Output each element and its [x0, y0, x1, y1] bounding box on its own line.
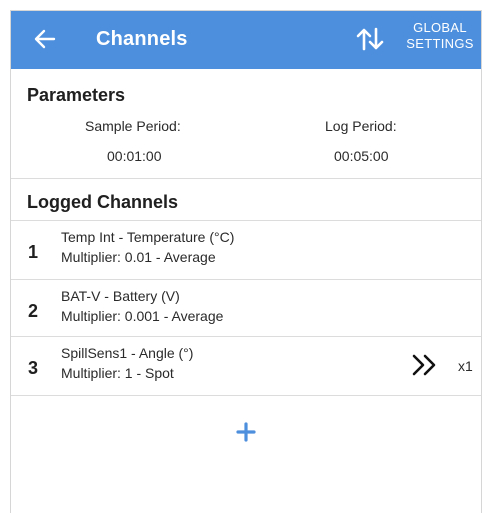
divider	[11, 395, 481, 396]
sort-icon[interactable]	[355, 25, 385, 53]
sample-period-value[interactable]: 00:01:00	[107, 148, 162, 164]
arrow-back-icon[interactable]	[31, 25, 59, 53]
phone-screen: Channels GLOBAL SETTINGS Parameters Samp…	[10, 10, 482, 513]
channel-name: BAT-V - Battery (V)	[61, 288, 180, 304]
app-bar: Channels GLOBAL SETTINGS	[11, 11, 481, 69]
double-chevron-right-icon[interactable]	[411, 353, 439, 377]
channel-row-1[interactable]: 1 Temp Int - Temperature (°C) Multiplier…	[11, 221, 481, 279]
global-settings-label-line2: SETTINGS	[406, 36, 474, 51]
logged-channels-header: Logged Channels	[27, 192, 179, 212]
channel-row-3[interactable]: 3 SpillSens1 - Angle (°) Multiplier: 1 -…	[11, 337, 481, 395]
channel-index: 1	[28, 242, 39, 262]
channel-row-2[interactable]: 2 BAT-V - Battery (V) Multiplier: 0.001 …	[11, 280, 481, 338]
multiplier-badge: x1	[458, 358, 473, 374]
global-settings-button[interactable]: GLOBAL SETTINGS	[401, 20, 479, 52]
channel-index: 3	[28, 358, 39, 378]
sample-period-label: Sample Period:	[85, 118, 181, 134]
channel-name: Temp Int - Temperature (°C)	[61, 229, 235, 245]
channel-detail: Multiplier: 0.01 - Average	[61, 249, 216, 265]
divider	[11, 178, 481, 179]
parameters-header: Parameters	[27, 85, 126, 105]
log-period-label: Log Period:	[325, 118, 397, 134]
channel-detail: Multiplier: 1 - Spot	[61, 365, 174, 381]
channel-detail: Multiplier: 0.001 - Average	[61, 308, 224, 324]
log-period-value[interactable]: 00:05:00	[334, 148, 389, 164]
plus-icon[interactable]	[234, 420, 258, 444]
channel-index: 2	[28, 301, 39, 321]
global-settings-label-line1: GLOBAL	[413, 20, 467, 35]
page-title: Channels	[96, 28, 188, 50]
channel-name: SpillSens1 - Angle (°)	[61, 345, 194, 361]
